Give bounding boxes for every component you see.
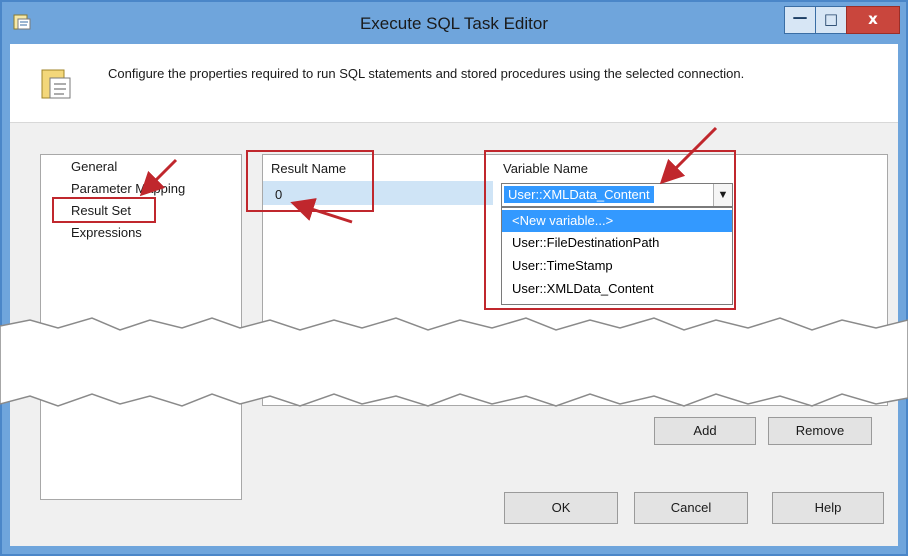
annotation-box-result-name [246, 150, 374, 212]
close-button[interactable]: x [846, 6, 900, 34]
header-banner: Configure the properties required to run… [10, 44, 898, 123]
help-button[interactable]: Help [772, 492, 884, 524]
annotation-box-result-set [52, 197, 156, 223]
title-bar[interactable]: Execute SQL Task Editor — □ x [2, 2, 906, 44]
add-button[interactable]: Add [654, 417, 756, 445]
header-description: Configure the properties required to run… [108, 66, 745, 81]
window-title: Execute SQL Task Editor [359, 14, 549, 33]
ok-button[interactable]: OK [504, 492, 618, 524]
annotation-box-variable-name [484, 150, 736, 310]
nav-item-expressions[interactable]: Expressions [71, 225, 142, 240]
maximize-button[interactable]: □ [815, 6, 847, 34]
dialog-window: Execute SQL Task Editor — □ x Configure … [0, 0, 908, 556]
dialog-client-area: Configure the properties required to run… [10, 44, 898, 546]
task-editor-icon [41, 69, 71, 99]
nav-item-parameter-mapping[interactable]: Parameter Mapping [71, 181, 185, 196]
cancel-button[interactable]: Cancel [634, 492, 748, 524]
remove-button[interactable]: Remove [768, 417, 872, 445]
minimize-button[interactable]: — [784, 6, 816, 34]
torn-paper-break [0, 317, 908, 407]
nav-item-general[interactable]: General [71, 159, 117, 174]
